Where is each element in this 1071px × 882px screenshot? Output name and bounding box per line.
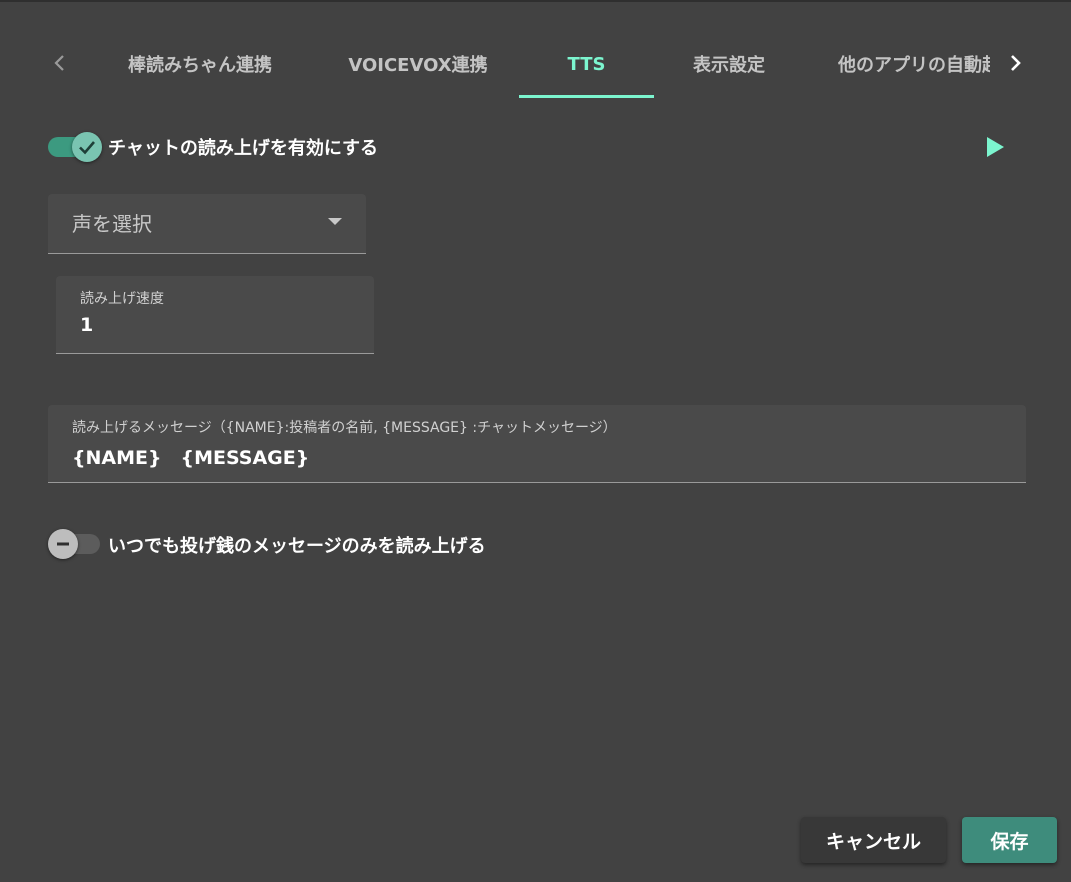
window-top-edge xyxy=(0,0,1071,2)
message-template-value[interactable]: {NAME} {MESSAGE} xyxy=(72,443,309,470)
donation-only-label: いつでも投げ銭のメッセージのみを読み上げる xyxy=(108,536,486,557)
voice-select-placeholder: 声を選択 xyxy=(72,212,152,236)
settings-tabs: 棒読みちゃん連携 VOICEVOX連携 TTS 表示設定 他のアプリの自動起動 xyxy=(0,30,1071,98)
message-template-label: 読み上げるメッセージ（{NAME}:投稿者の名前, {MESSAGE} :チャッ… xyxy=(72,420,617,436)
save-button[interactable]: 保存 xyxy=(962,817,1057,863)
speed-field-value[interactable]: 1 xyxy=(80,314,93,336)
tab-voicevox[interactable]: VOICEVOX連携 xyxy=(334,30,502,98)
play-test-button[interactable] xyxy=(980,132,1010,162)
speed-field[interactable]: 読み上げ速度 1 xyxy=(56,276,374,354)
tab-display-settings[interactable]: 表示設定 xyxy=(670,30,788,98)
tab-scroll-next-button[interactable] xyxy=(1000,48,1030,78)
active-tab-indicator xyxy=(519,95,654,98)
cancel-button[interactable]: キャンセル xyxy=(801,817,946,863)
voice-select[interactable]: 声を選択 xyxy=(48,194,366,254)
chevron-right-icon xyxy=(1011,55,1021,71)
tab-tts[interactable]: TTS xyxy=(519,30,654,98)
check-icon xyxy=(79,141,95,155)
tab-bouyomichan[interactable]: 棒読みちゃん連携 xyxy=(100,30,300,98)
minus-icon xyxy=(57,542,69,546)
caret-down-icon xyxy=(328,218,342,225)
tab-scroll-prev-button[interactable] xyxy=(45,48,75,78)
speed-field-label: 読み上げ速度 xyxy=(80,291,164,307)
chevron-left-icon xyxy=(54,55,64,71)
play-icon xyxy=(987,137,1004,157)
tts-enable-label: チャットの読み上げを有効にする xyxy=(108,138,378,159)
tab-auto-launch-apps[interactable]: 他のアプリの自動起動 xyxy=(838,30,990,98)
message-template-field[interactable]: 読み上げるメッセージ（{NAME}:投稿者の名前, {MESSAGE} :チャッ… xyxy=(48,405,1026,483)
switch-thumb xyxy=(48,529,78,559)
switch-thumb xyxy=(72,132,102,162)
